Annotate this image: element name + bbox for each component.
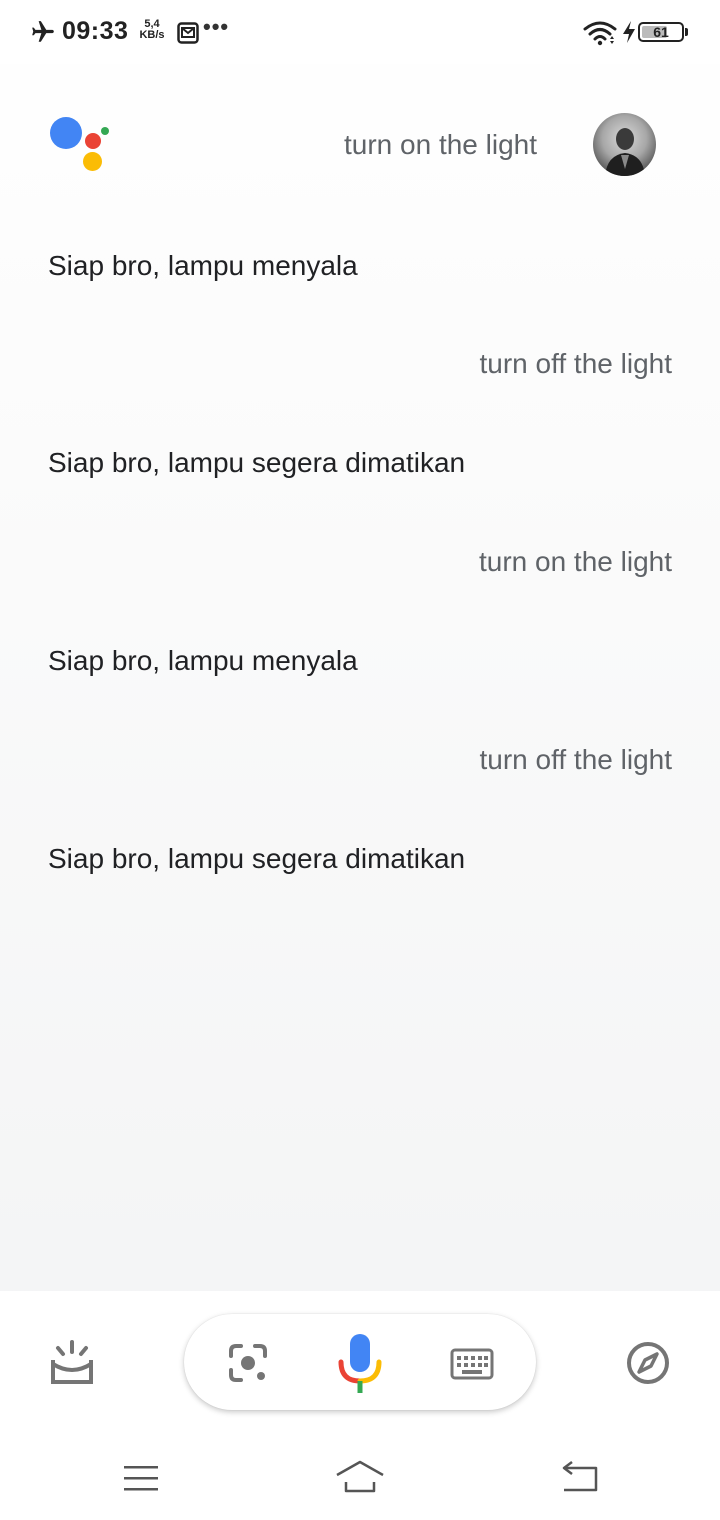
- network-speed: 5,4 KB/s: [137, 19, 167, 41]
- battery-level: 61: [653, 24, 669, 40]
- charging-icon: [623, 21, 635, 43]
- clock: 09:33: [62, 17, 129, 45]
- user-avatar[interactable]: [593, 113, 656, 176]
- user-query: turn off the light: [479, 348, 673, 379]
- assistant-reply: Siap bro, lampu segera dimatikan: [48, 447, 466, 478]
- network-speed-unit: KB/s: [139, 29, 165, 41]
- logo-dot-green: [101, 127, 109, 135]
- assistant-reply: Siap bro, lampu menyala: [48, 250, 358, 281]
- back-icon[interactable]: [558, 1460, 600, 1494]
- user-query: turn off the light: [479, 744, 673, 775]
- google-lens-icon[interactable]: [228, 1343, 268, 1383]
- updates-icon[interactable]: [48, 1340, 96, 1386]
- status-bar: 09:33 5,4 KB/s ••• 61: [0, 0, 720, 64]
- more-notifications-indicator: •••: [203, 14, 230, 39]
- google-assistant-logo: [48, 114, 112, 174]
- battery-tip: [685, 28, 688, 36]
- logo-dot-yellow: [83, 152, 102, 171]
- wifi-icon: [583, 21, 617, 46]
- explore-compass-icon[interactable]: [626, 1341, 670, 1385]
- avatar-silhouette: [605, 128, 645, 176]
- logo-dot-blue: [50, 117, 82, 149]
- battery-icon: 61: [638, 22, 684, 42]
- logo-dot-red: [85, 133, 101, 149]
- user-query: turn on the light: [344, 129, 538, 160]
- airplane-mode-icon: [32, 21, 54, 42]
- menu-icon[interactable]: [122, 1462, 160, 1494]
- assistant-reply: Siap bro, lampu menyala: [48, 645, 358, 676]
- home-icon[interactable]: [334, 1458, 386, 1496]
- keyboard-icon[interactable]: [450, 1348, 494, 1380]
- assistant-reply: Siap bro, lampu segera dimatikan: [48, 843, 466, 874]
- notification-app-icon: [177, 22, 199, 44]
- microphone-icon[interactable]: [338, 1332, 382, 1394]
- user-query: turn on the light: [478, 546, 672, 577]
